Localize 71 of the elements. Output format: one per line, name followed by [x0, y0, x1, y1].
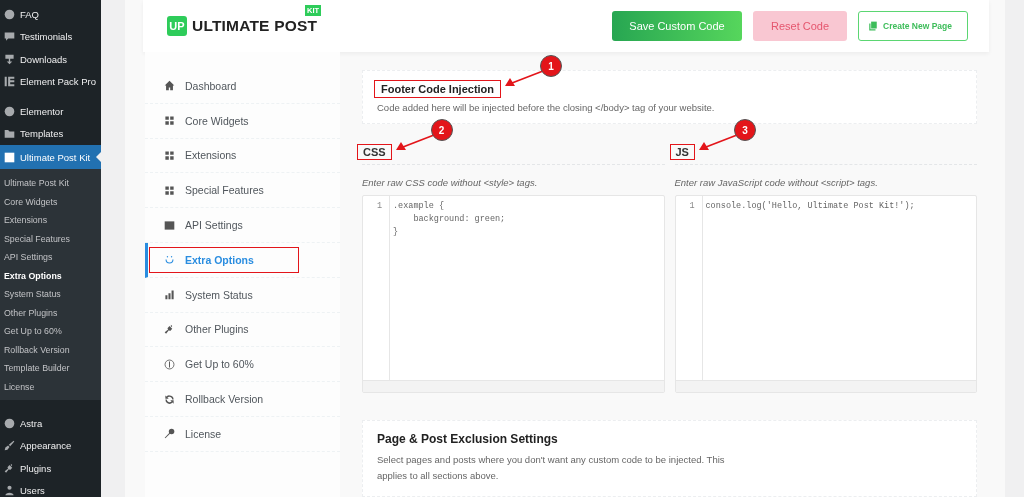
smile-icon — [164, 254, 175, 266]
logo-mark: UP — [167, 16, 187, 36]
plug-icon — [4, 462, 15, 474]
menu-item[interactable]: Downloads — [0, 48, 101, 71]
grid-icon — [164, 150, 175, 161]
nav-item[interactable]: API Settings — [150, 213, 298, 238]
pages-icon — [868, 21, 878, 31]
menu-item[interactable]: FAQ — [0, 3, 101, 26]
line-number: 1 — [688, 200, 695, 213]
code-line: background: green; — [412, 213, 506, 226]
code-editor[interactable]: 1 console.log('Hello, Ultimate Post Kit!'); — [674, 195, 977, 393]
nav-item[interactable]: Extensions — [150, 143, 298, 168]
code-line: .example { — [393, 200, 445, 213]
menu-item[interactable]: Appearance — [0, 434, 101, 457]
submenu-item[interactable]: Extensions — [0, 211, 101, 230]
nav-item[interactable]: Special Features — [150, 178, 298, 203]
submenu-item[interactable]: Core Widgets — [0, 192, 101, 211]
user-icon — [4, 485, 15, 497]
menu-item[interactable]: Ultimate Post Kit — [0, 145, 101, 169]
section-description: Select pages and posts where you don't want any custom code to be injected. This applies to all sections above. — [377, 453, 726, 483]
editor-hint: Enter raw CSS code without <style> tags. — [362, 177, 539, 188]
editor-hint: Enter raw JavaScript code without <script> tags. — [674, 177, 879, 188]
submenu-item[interactable]: Special Features — [0, 229, 101, 248]
submenu-item[interactable]: Template Builder — [0, 359, 101, 378]
brush-icon — [4, 440, 15, 452]
menu-item[interactable]: Elementor — [0, 100, 101, 123]
logo-text: ULTIMATE POST — [192, 17, 318, 35]
submenu-item[interactable]: Extra Options — [0, 266, 101, 285]
menu-item[interactable]: Users — [0, 479, 101, 497]
section-description: Code added here will be injected before the closing </body> tag of your website. — [376, 102, 716, 113]
download-icon — [4, 53, 15, 65]
menu-item[interactable]: Plugins — [0, 457, 101, 480]
code-editor[interactable]: 1 .example { background: green; } — [362, 195, 665, 393]
submenu-item[interactable]: Ultimate Post Kit — [0, 174, 101, 193]
code-line: } — [393, 226, 400, 239]
grid-icon — [164, 184, 175, 196]
panel-icon — [164, 219, 175, 231]
code-line: console.log('Hello, Ultimate Post Kit!'); — [705, 200, 915, 213]
nav-item[interactable]: Rollback Version — [150, 387, 298, 412]
nav-item[interactable]: Dashboard — [150, 73, 298, 98]
nav-item[interactable]: Other Plugins — [150, 317, 298, 342]
home-icon — [164, 80, 175, 92]
circle-logo-icon — [4, 417, 15, 429]
key-icon — [164, 428, 175, 440]
submenu-item[interactable]: Rollback Version — [0, 340, 101, 359]
grid-icon — [164, 115, 175, 127]
submenu-item[interactable]: Get Up to 60% — [0, 322, 101, 341]
sync-icon — [164, 393, 175, 405]
submenu-item[interactable]: Other Plugins — [0, 303, 101, 322]
menu-item[interactable]: Testimonials — [0, 25, 101, 48]
line-number: 1 — [375, 200, 382, 213]
speech-bubble-icon — [4, 31, 15, 43]
menu-item[interactable]: Element Pack Pro — [0, 70, 101, 93]
editor-title: JS — [670, 145, 694, 159]
submenu-item[interactable]: API Settings — [0, 248, 101, 267]
submenu-item[interactable]: License — [0, 377, 101, 396]
nav-item[interactable]: System Status — [150, 282, 298, 307]
editor-title: CSS — [358, 145, 391, 159]
nav-item[interactable]: License — [150, 421, 298, 446]
section-title: Footer Code Injection — [375, 81, 501, 97]
menu-item[interactable]: Astra — [0, 412, 101, 435]
circle-logo-icon — [4, 105, 15, 117]
section-title: Page & Post Exclusion Settings — [377, 432, 559, 446]
plug-icon — [164, 323, 175, 335]
nav-item[interactable]: Core Widgets — [150, 108, 298, 133]
menu-item[interactable]: Templates — [0, 122, 101, 145]
nav-item[interactable]: Get Up to 60% — [150, 352, 298, 377]
callout-badge: 1 — [540, 55, 563, 77]
submenu-item[interactable]: System Status — [0, 285, 101, 304]
bar-chart-icon — [164, 289, 175, 301]
folder-icon — [4, 128, 15, 140]
